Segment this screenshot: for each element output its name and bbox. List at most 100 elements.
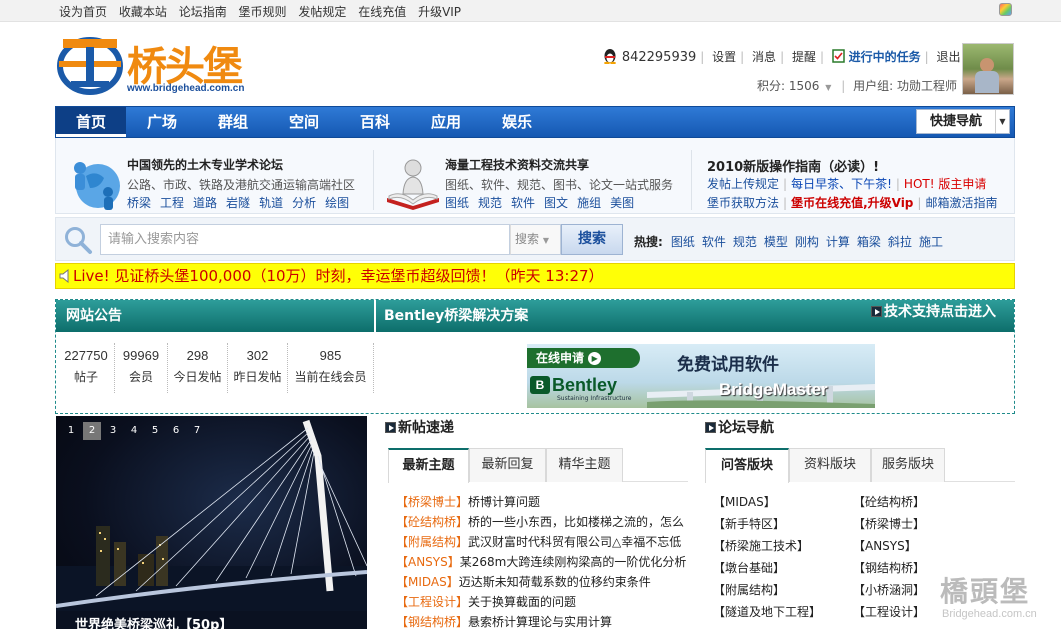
forum-link[interactable]: 【桥梁施工技术】 [713,538,821,560]
forum-link[interactable]: 【隧道及地下工程】 [713,604,821,626]
tab-latest-topics[interactable]: 最新主题 [388,448,469,483]
qq-number[interactable]: 842295939 [622,50,696,65]
info2-link[interactable]: 施组 [577,196,601,210]
info2-link[interactable]: 美图 [610,196,634,210]
post-title[interactable]: 关于换算截面的问题 [468,595,576,609]
post-title[interactable]: 迈达斯未知荷载系数的位移约束条件 [459,575,651,589]
nav-wiki[interactable]: 百科 [340,107,410,138]
recharge-link[interactable]: 在线充值 [358,5,406,19]
post-category[interactable]: 【砼结构桥】 [396,515,468,529]
tab-resource-boards[interactable]: 资料版块 [789,448,871,482]
slide-page[interactable]: 7 [188,422,206,440]
posting-rules-link[interactable]: 发帖规定 [298,5,346,19]
user-avatar[interactable] [962,43,1014,95]
forum-link[interactable]: 【新手特区】 [713,516,821,538]
hot-term[interactable]: 模型 [764,235,788,249]
info1-link[interactable]: 道路 [193,196,217,210]
forum-link[interactable]: 【砼结构桥】 [853,494,925,516]
forum-link[interactable]: 【工程设计】 [853,604,925,626]
tab-featured[interactable]: 精华主题 [546,448,623,482]
post-title[interactable]: 桥的一些小东西，比如楼梯之流的，怎么 [468,515,684,529]
nav-groups[interactable]: 群组 [198,107,268,138]
list-item[interactable]: 【工程设计】关于换算截面的问题 [396,594,686,614]
info1-link[interactable]: 轨道 [259,196,283,210]
bentley-banner[interactable]: 在线申请 ▶ 免费试用软件 B Bentley Sustaining Infras… [527,344,875,408]
post-category[interactable]: 【MIDAS】 [396,575,459,589]
forum-link[interactable]: 【墩台基础】 [713,560,821,582]
search-button[interactable]: 搜索 [561,224,623,255]
list-item[interactable]: 【附属结构】武汉财富时代科贸有限公司△幸福不忘低 [396,534,686,554]
info1-link[interactable]: 分析 [292,196,316,210]
slide-page-active[interactable]: 2 [83,422,101,440]
messages-link[interactable]: 消息 [752,50,776,64]
post-title[interactable]: 某268m大跨连续刚构梁高的一阶优化分析 [460,555,686,569]
info1-link[interactable]: 桥梁 [127,196,151,210]
hot-term[interactable]: 箱梁 [857,235,881,249]
slide-page[interactable]: 4 [125,422,143,440]
tea-time-link[interactable]: 每日早茶、下午茶! [791,177,892,191]
live-announcement[interactable]: Live! 见证桥头堡100,000（10万）时刻，幸运堡币超级回馈！（昨天 1… [55,263,1015,289]
tech-support-link[interactable]: 技术支持点击进入 [871,301,996,321]
online-apply-button[interactable]: 在线申请 ▶ [527,348,640,368]
slide-page[interactable]: 6 [167,422,185,440]
search-input[interactable]: 请输入搜索内容 [100,224,510,255]
nav-apps[interactable]: 应用 [411,107,481,138]
forum-link[interactable]: 【ANSYS】 [853,538,925,560]
list-item[interactable]: 【ANSYS】某268m大跨连续刚构梁高的一阶优化分析 [396,554,686,574]
slide-page[interactable]: 5 [146,422,164,440]
info1-link[interactable]: 工程 [160,196,184,210]
post-category[interactable]: 【桥梁博士】 [396,495,468,509]
posting-upload-rules-link[interactable]: 发帖上传规定 [707,177,779,191]
nav-home[interactable]: 首页 [56,107,126,137]
site-logo[interactable]: 桥头堡 www.bridgehead.com.cn [57,33,257,99]
post-category[interactable]: 【ANSYS】 [396,555,460,569]
coin-earn-link[interactable]: 堡币获取方法 [707,196,779,210]
hot-term[interactable]: 斜拉 [888,235,912,249]
list-item[interactable]: 【钢结构桥】悬索桥计算理论与实用计算 [396,614,686,634]
info2-link[interactable]: 图纸 [445,196,469,210]
forum-link[interactable]: 【MIDAS】 [713,494,821,516]
nav-entertainment[interactable]: 娱乐 [482,107,552,138]
list-item[interactable]: 【桥梁博士】桥博计算问题 [396,494,686,514]
post-category[interactable]: 【工程设计】 [396,595,468,609]
info2-link[interactable]: 软件 [511,196,535,210]
quick-nav-button[interactable]: 快捷导航 ▼ [916,109,1010,134]
coin-rules-link[interactable]: 堡币规则 [239,5,287,19]
slide-page[interactable]: 1 [62,422,80,440]
forum-link[interactable]: 【桥梁博士】 [853,516,925,538]
slideshow-image[interactable] [56,416,367,629]
list-item[interactable]: 【砼结构桥】桥的一些小东西，比如楼梯之流的，怎么 [396,514,686,534]
points-dropdown-icon[interactable]: ▼ [825,83,831,92]
reminders-link[interactable]: 提醒 [792,50,816,64]
coin-recharge-link[interactable]: 堡币在线充值,升级Vip [791,196,913,210]
post-category[interactable]: 【附属结构】 [396,535,468,549]
nav-space[interactable]: 空间 [269,107,339,138]
search-type-select[interactable]: 搜索 ▼ [510,224,561,255]
info2-link[interactable]: 图文 [544,196,568,210]
hot-term[interactable]: 刚构 [795,235,819,249]
tab-qa-boards[interactable]: 问答版块 [705,448,789,483]
bookmark-link[interactable]: 收藏本站 [119,5,167,19]
post-title[interactable]: 悬索桥计算理论与实用计算 [468,615,612,629]
hot-term[interactable]: 计算 [826,235,850,249]
points-label[interactable]: 积分: 1506 [757,79,819,93]
post-category[interactable]: 【钢结构桥】 [396,615,468,629]
email-activation-link[interactable]: 邮箱激活指南 [925,196,997,210]
hot-term[interactable]: 规范 [733,235,757,249]
post-title[interactable]: 桥博计算问题 [468,495,540,509]
post-title[interactable]: 武汉财富时代科贸有限公司△幸福不忘低 [468,535,681,549]
tab-latest-replies[interactable]: 最新回复 [469,448,546,482]
settings-link[interactable]: 设置 [712,50,736,64]
info2-link[interactable]: 规范 [478,196,502,210]
list-item[interactable]: 【MIDAS】迈达斯未知荷载系数的位移约束条件 [396,574,686,594]
moderator-apply-link[interactable]: HOT! 版主申请 [904,177,986,191]
upgrade-vip-link[interactable]: 升级VIP [418,5,461,19]
tab-service-boards[interactable]: 服务版块 [871,448,945,482]
hot-term[interactable]: 施工 [919,235,943,249]
set-homepage-link[interactable]: 设为首页 [59,5,107,19]
guide-title[interactable]: 2010新版操作指南（必读）! [707,156,879,175]
forum-link[interactable]: 【小桥涵洞】 [853,582,925,604]
forum-link[interactable]: 【附属结构】 [713,582,821,604]
info1-link[interactable]: 岩隧 [226,196,250,210]
info1-link[interactable]: 绘图 [325,196,349,210]
